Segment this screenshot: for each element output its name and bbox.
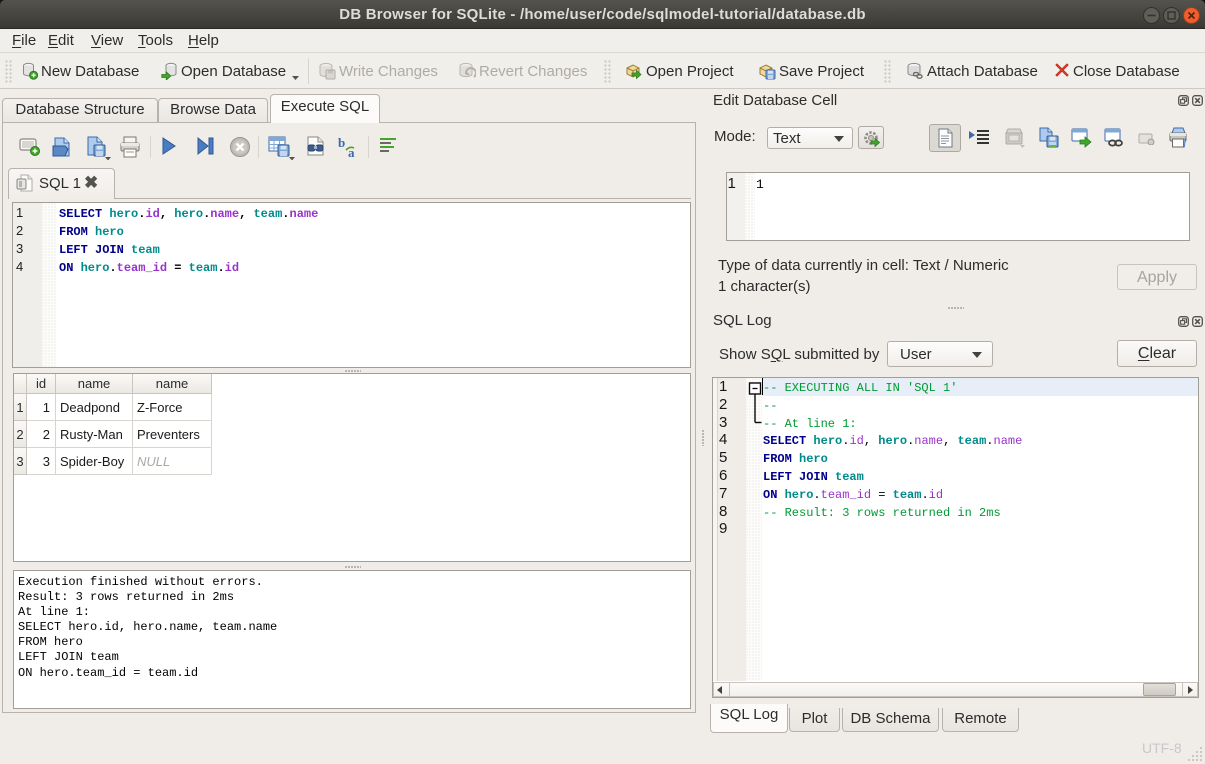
svg-text:b: b: [338, 136, 345, 150]
